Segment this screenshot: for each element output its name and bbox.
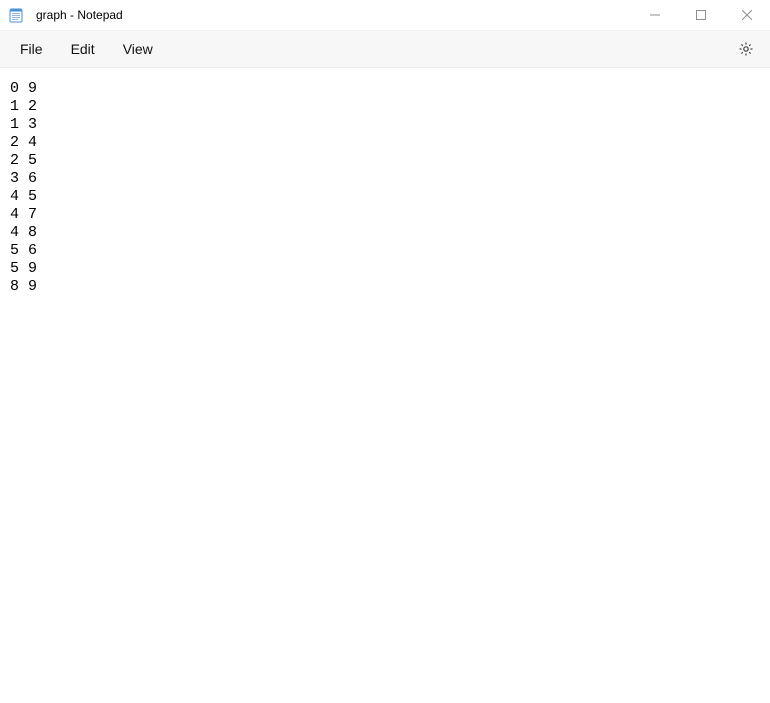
maximize-icon <box>696 10 706 20</box>
menu-edit[interactable]: Edit <box>57 35 109 63</box>
titlebar: graph - Notepad <box>0 0 770 30</box>
text-editor[interactable]: 0 9 1 2 1 3 2 4 2 5 3 6 4 5 4 7 4 8 5 6 … <box>0 68 770 703</box>
gear-icon <box>738 41 754 57</box>
close-icon <box>742 10 752 20</box>
minimize-button[interactable] <box>632 0 678 30</box>
maximize-button[interactable] <box>678 0 724 30</box>
notepad-icon <box>8 7 24 23</box>
menu-view[interactable]: View <box>109 35 167 63</box>
window-controls <box>632 0 770 30</box>
close-button[interactable] <box>724 0 770 30</box>
minimize-icon <box>650 10 660 20</box>
window-title: graph - Notepad <box>36 8 123 22</box>
menubar: File Edit View <box>0 30 770 68</box>
settings-button[interactable] <box>728 34 764 64</box>
menu-file[interactable]: File <box>6 35 57 63</box>
